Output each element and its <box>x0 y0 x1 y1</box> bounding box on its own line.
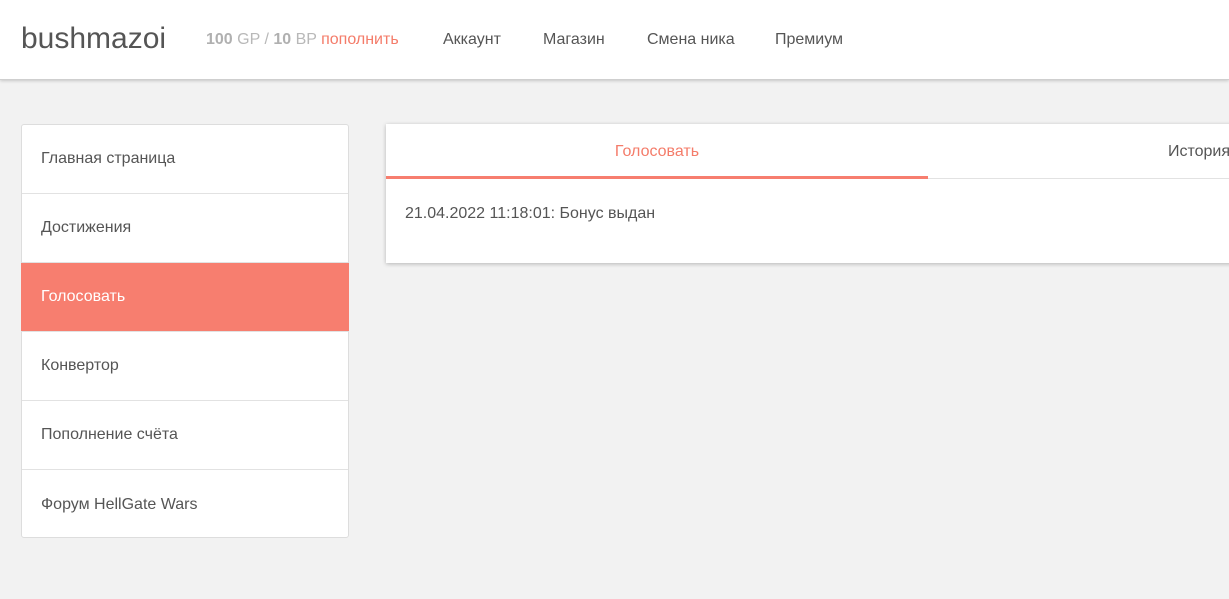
nav-account[interactable]: Аккаунт <box>443 30 501 50</box>
vote-panel: Голосовать История 21.04.2022 11:18:01: … <box>386 124 1229 263</box>
bp-value: 10 <box>273 31 292 48</box>
top-navbar: bushmazoi 100 GP / 10 BP пополнить Аккау… <box>0 0 1229 80</box>
tab-vote[interactable]: Голосовать <box>386 124 928 179</box>
vote-log-entry: 21.04.2022 11:18:01: Бонус выдан <box>405 205 656 222</box>
nav-shop[interactable]: Магазин <box>543 30 605 50</box>
topup-link[interactable]: пополнить <box>321 31 399 48</box>
tab-history[interactable]: История <box>928 124 1229 179</box>
sidebar-item-achievements[interactable]: Достижения <box>22 194 348 263</box>
nav-premium[interactable]: Премиум <box>775 30 843 50</box>
nav-nickname-change[interactable]: Смена ника <box>647 30 735 50</box>
balance-display: 100 GP / 10 BP пополнить <box>206 30 399 50</box>
sidebar-item-home[interactable]: Главная страница <box>22 125 348 194</box>
sidebar-item-topup[interactable]: Пополнение счёта <box>22 401 348 470</box>
active-tab-indicator <box>386 176 928 179</box>
gp-value: 100 <box>206 31 233 48</box>
sidebar-menu: Главная страница Достижения Голосовать К… <box>21 124 349 538</box>
sidebar-item-forum[interactable]: Форум HellGate Wars <box>22 470 348 539</box>
sidebar-item-converter[interactable]: Конвертор <box>22 332 348 401</box>
panel-tabs: Голосовать История <box>386 124 1229 179</box>
gp-unit: GP <box>237 31 260 48</box>
balance-separator: / <box>264 31 269 48</box>
bp-unit: BP <box>295 31 317 48</box>
username-brand[interactable]: bushmazoi <box>21 20 166 58</box>
sidebar-item-vote[interactable]: Голосовать <box>21 263 349 332</box>
